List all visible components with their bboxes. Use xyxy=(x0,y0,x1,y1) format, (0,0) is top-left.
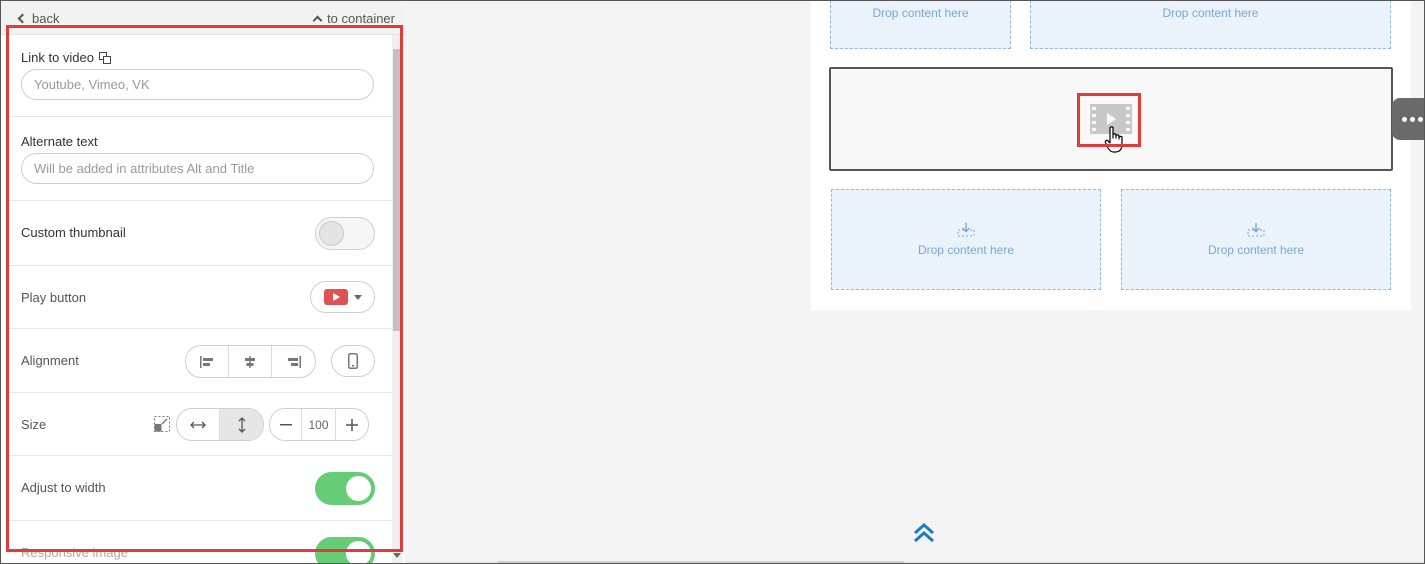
adjust-to-width-label: Adjust to width xyxy=(21,480,106,495)
size-stepper: 100 xyxy=(269,408,369,441)
drop-zone-bottom-left[interactable]: Drop content here xyxy=(831,189,1101,290)
size-increase-button[interactable] xyxy=(336,409,368,440)
align-right-button[interactable] xyxy=(272,346,315,377)
link-to-video-row: Link to video xyxy=(9,35,392,117)
youtube-play-icon xyxy=(323,289,348,305)
responsive-image-label: Responsive image xyxy=(21,545,128,560)
plus-icon xyxy=(346,418,358,431)
size-value[interactable]: 100 xyxy=(302,409,336,440)
alternate-text-input[interactable] xyxy=(21,153,374,184)
play-button-label: Play button xyxy=(21,290,87,305)
link-to-video-label: Link to video xyxy=(21,50,94,65)
chevron-up-icon xyxy=(312,15,323,26)
size-mode-group xyxy=(176,408,264,441)
drop-zone-top-left[interactable]: Drop content here xyxy=(830,0,1011,49)
resize-icon[interactable] xyxy=(154,416,170,432)
alternate-text-row: Alternate text xyxy=(9,117,392,201)
download-icon xyxy=(957,222,975,236)
scroll-to-top-icon[interactable] xyxy=(912,522,936,544)
horizontal-scrollbar-thumb[interactable] xyxy=(498,561,904,563)
horizontal-scrollbar[interactable] xyxy=(406,561,1424,563)
fit-height-button[interactable] xyxy=(220,409,263,440)
dot-icon xyxy=(1417,116,1423,122)
link-to-video-label-wrap: Link to video xyxy=(21,50,111,65)
align-center-button[interactable] xyxy=(229,346,272,377)
to-container-label: to container xyxy=(327,11,395,26)
scroll-down-arrow-icon[interactable] xyxy=(393,553,401,559)
mobile-view-button[interactable] xyxy=(331,345,375,377)
drop-text: Drop content here xyxy=(917,242,1015,257)
drop-text: Drop content here xyxy=(872,6,969,20)
copy-icon[interactable] xyxy=(99,51,111,64)
custom-thumbnail-toggle[interactable] xyxy=(315,217,375,250)
drop-zone-bottom-right[interactable]: Drop content here xyxy=(1121,189,1391,290)
alignment-label: Alignment xyxy=(21,353,79,368)
to-container-link[interactable]: to container xyxy=(312,11,395,26)
adjust-to-width-row: Adjust to width xyxy=(9,456,392,521)
back-link[interactable]: back xyxy=(17,11,60,26)
size-decrease-button[interactable] xyxy=(270,409,302,440)
download-icon xyxy=(1247,222,1265,236)
drop-text: Drop content here xyxy=(1162,6,1259,20)
align-left-button[interactable] xyxy=(186,346,229,377)
size-row: Size 100 xyxy=(9,393,392,456)
play-button-select[interactable] xyxy=(310,281,375,313)
drop-text: Drop content here xyxy=(1207,242,1305,257)
caret-down-icon xyxy=(353,294,362,300)
minus-icon xyxy=(279,423,292,425)
align-right-icon xyxy=(287,355,301,368)
align-center-icon xyxy=(245,355,255,368)
settings-rows: Link to video Alternate text Custom thum… xyxy=(9,35,392,563)
alignment-row: Alignment xyxy=(9,329,392,393)
dot-icon xyxy=(1409,116,1415,122)
settings-panel: back to container Link to video Alternat… xyxy=(1,1,405,563)
play-button-row: Play button xyxy=(9,266,392,329)
more-options-button[interactable] xyxy=(1392,98,1425,140)
custom-thumbnail-row: Custom thumbnail xyxy=(9,201,392,266)
chevron-left-icon xyxy=(17,13,28,24)
toggle-knob xyxy=(346,476,371,501)
scrollbar-thumb[interactable] xyxy=(393,49,401,331)
adjust-to-width-toggle[interactable] xyxy=(315,472,375,505)
fit-width-button[interactable] xyxy=(177,409,220,440)
video-link-input[interactable] xyxy=(21,69,374,100)
drop-zone-top-right[interactable]: Drop content here xyxy=(1030,0,1391,49)
hand-cursor-icon xyxy=(1104,126,1123,153)
toggle-knob xyxy=(319,221,344,246)
horizontal-arrows-icon xyxy=(190,421,206,428)
custom-thumbnail-label: Custom thumbnail xyxy=(21,225,126,240)
align-left-icon xyxy=(200,355,213,368)
vertical-arrows-icon xyxy=(238,416,245,433)
toggle-knob xyxy=(346,541,371,563)
mobile-icon xyxy=(348,353,358,369)
back-label: back xyxy=(32,11,60,26)
dot-icon xyxy=(1401,116,1407,122)
panel-header: back to container xyxy=(1,1,405,35)
alternate-text-label: Alternate text xyxy=(21,134,98,149)
panel-scrollbar[interactable] xyxy=(392,35,402,563)
alignment-group xyxy=(185,345,316,378)
responsive-image-toggle[interactable] xyxy=(315,537,375,563)
size-label: Size xyxy=(21,417,47,432)
responsive-image-row: Responsive image xyxy=(9,521,392,563)
